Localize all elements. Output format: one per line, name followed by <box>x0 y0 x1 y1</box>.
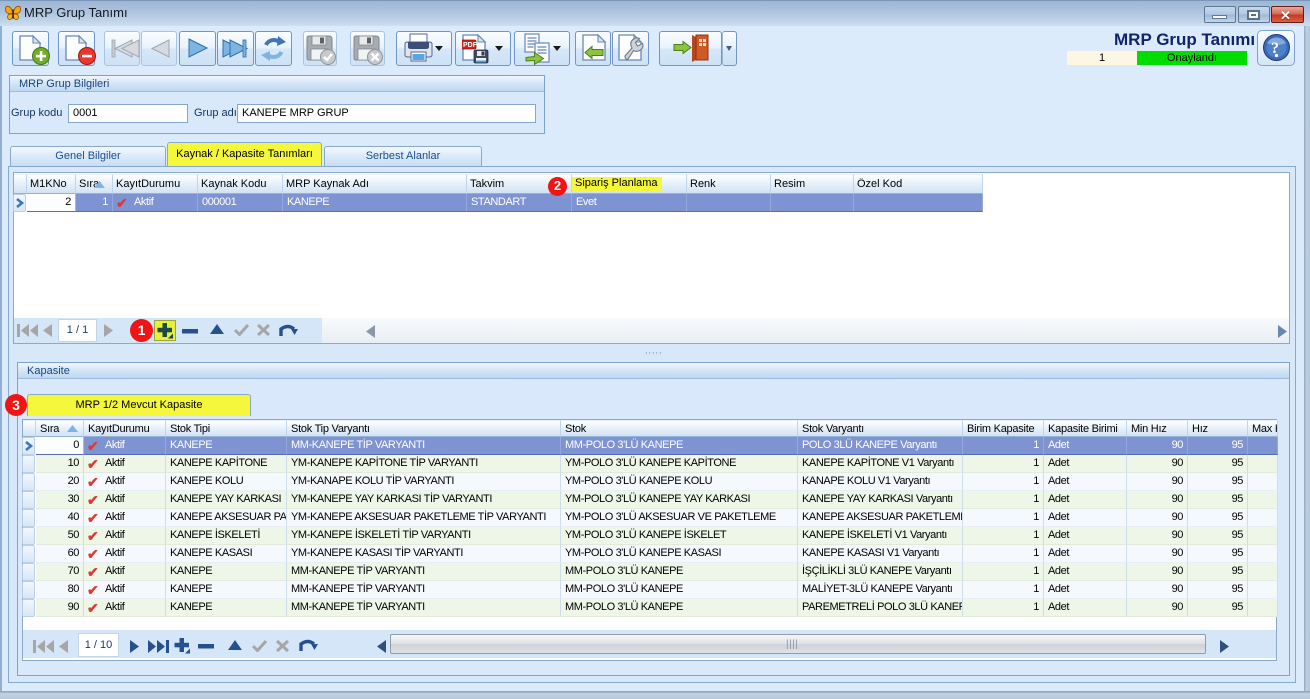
svg-text:PDF: PDF <box>463 42 478 49</box>
svg-text:?: ? <box>1271 40 1279 57</box>
